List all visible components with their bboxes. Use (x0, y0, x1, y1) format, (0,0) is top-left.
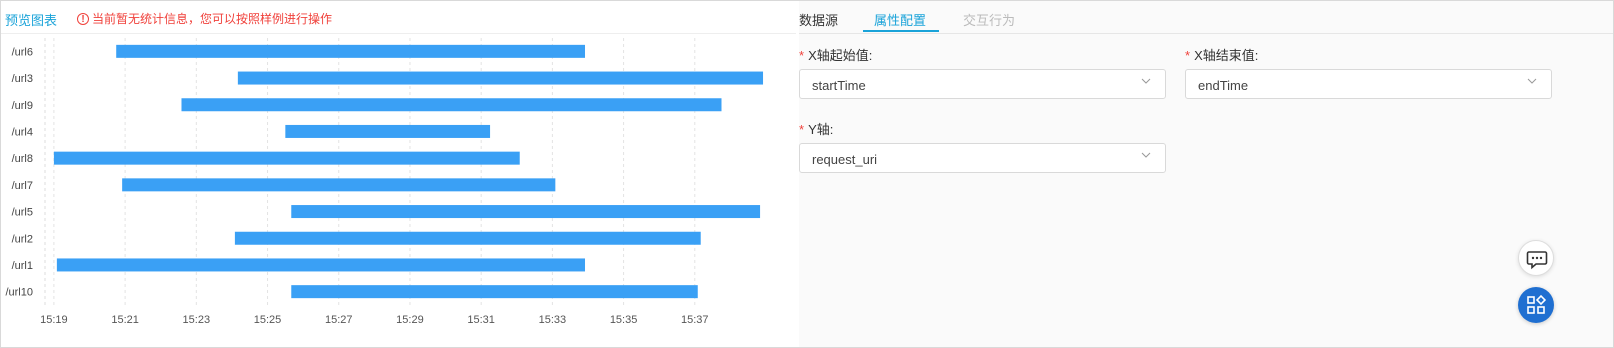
range-bar (56, 258, 586, 272)
y-tick-label: /url1 (12, 260, 33, 272)
y-tick-label: /url9 (12, 100, 33, 112)
exclamation-circle-icon: ! (77, 12, 89, 25)
tab-properties[interactable]: 属性配置 (874, 10, 926, 29)
y-axis-label: * Y轴: (799, 122, 834, 137)
range-bar (116, 44, 586, 58)
x-tick-label: 15:33 (539, 314, 567, 325)
config-tabs: 数据源 属性配置 交互行为 (799, 1, 1613, 34)
y-tick-label: /url5 (12, 207, 33, 219)
preview-header: 预览图表 ! 当前暂无统计信息，您可以按照样例进行操作 (1, 1, 796, 34)
x-start-select[interactable]: startTime (799, 69, 1166, 99)
x-tick-label: 15:29 (396, 314, 424, 325)
range-bar (53, 151, 520, 165)
required-asterisk: * (799, 122, 805, 137)
x-tick-label: 15:27 (325, 314, 353, 325)
apps-button[interactable] (1518, 287, 1554, 323)
y-tick-label: /url2 (12, 233, 33, 245)
gantt-chart: 15:19 15:21 15:23 15:25 15:27 15:29 15:31 15:33… (5, 38, 764, 325)
x-tick-label: 15:25 (254, 314, 282, 325)
y-tick-label: /url7 (12, 180, 33, 192)
x-tick-label: 15:37 (681, 314, 709, 325)
y-axis-value: request_uri (812, 152, 878, 167)
chevron-down-icon (1141, 78, 1151, 84)
range-bar (122, 178, 556, 192)
required-asterisk: * (799, 48, 805, 63)
x-tick-label: 15:19 (40, 314, 68, 325)
tab-interaction[interactable]: 交互行为 (963, 10, 1015, 29)
x-end-value: endTime (1198, 78, 1249, 93)
y-tick-label: /url4 (12, 126, 33, 138)
range-bar (181, 98, 722, 112)
x-tick-label: 15:35 (610, 314, 638, 325)
active-tab-indicator (863, 30, 939, 32)
preview-panel: 预览图表 ! 当前暂无统计信息，您可以按照样例进行操作 15:19 15:21 15… (1, 1, 796, 347)
comment-button[interactable] (1518, 240, 1554, 276)
range-bar (291, 205, 761, 219)
y-axis-select[interactable]: request_uri (799, 143, 1166, 173)
x-start-label: * X轴起始值: (799, 48, 873, 63)
y-tick-label: /url8 (12, 153, 33, 165)
x-end-label: * X轴结束值: (1185, 48, 1259, 63)
page-frame: 预览图表 ! 当前暂无统计信息，您可以按照样例进行操作 15:19 15:21 15… (0, 0, 1614, 348)
y-tick-label: /url6 (12, 46, 33, 58)
range-bar (234, 231, 701, 245)
required-asterisk: * (1185, 48, 1191, 63)
x-start-value: startTime (812, 78, 866, 93)
range-bar (285, 124, 491, 138)
chevron-down-icon (1527, 78, 1537, 84)
tab-data-source[interactable]: 数据源 (799, 10, 838, 29)
x-end-select[interactable]: endTime (1185, 69, 1552, 99)
comment-icon (1526, 251, 1548, 270)
warning-message: ! 当前暂无统计信息，您可以按照样例进行操作 (77, 10, 332, 27)
range-bar (237, 71, 764, 85)
apps-icon (1527, 294, 1547, 314)
y-tick-label: /url10 (5, 287, 33, 299)
y-tick-label: /url3 (12, 73, 33, 85)
config-panel: 数据源 属性配置 交互行为 * X轴起始值: startTime * X轴结束值: … (799, 1, 1613, 347)
x-tick-label: 15:23 (183, 314, 211, 325)
warning-text: 当前暂无统计信息，您可以按照样例进行操作 (92, 12, 333, 26)
x-tick-label: 15:31 (467, 314, 495, 325)
x-tick-label: 15:21 (111, 314, 139, 325)
preview-title: 预览图表 (5, 13, 58, 28)
chevron-down-icon (1141, 152, 1151, 158)
range-bar (291, 285, 698, 299)
